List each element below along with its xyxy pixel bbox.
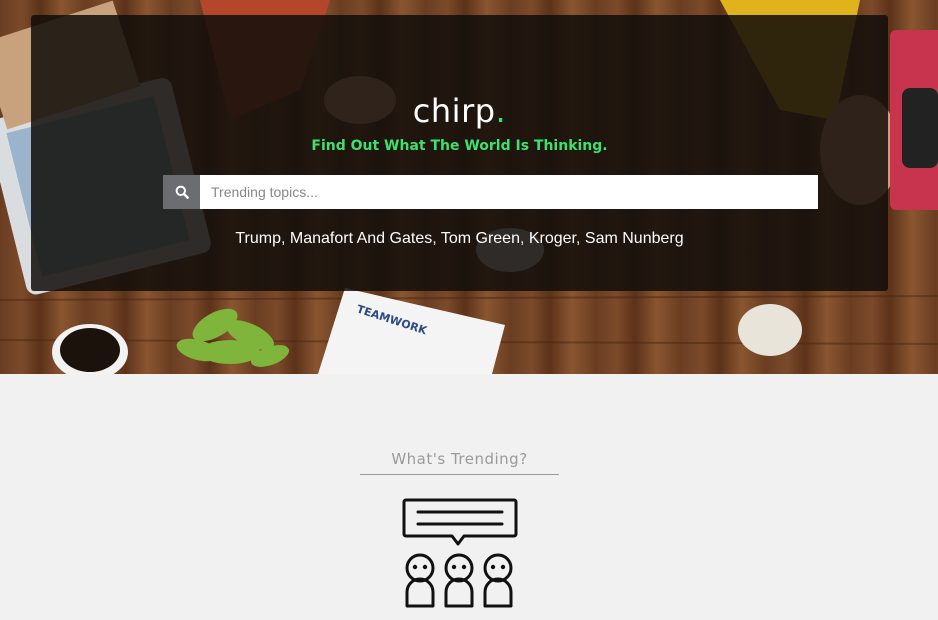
topic-separator: , — [432, 230, 441, 247]
logo-dot: . — [495, 92, 507, 130]
trending-topic-link[interactable]: Kroger — [529, 230, 576, 247]
hero-panel: chirp. Find Out What The World Is Thinki… — [31, 15, 888, 291]
section-title: What's Trending? — [360, 450, 559, 475]
topic-separator: , — [576, 230, 585, 247]
logo-text: chirp — [412, 92, 496, 130]
trending-topic-link[interactable]: Manafort And Gates — [290, 230, 432, 247]
search-bar — [163, 175, 818, 209]
search-icon — [175, 185, 189, 199]
search-button[interactable] — [163, 175, 200, 209]
trending-topic-link[interactable]: Tom Green — [441, 230, 520, 247]
trending-topics: Trump, Manafort And Gates, Tom Green, Kr… — [31, 229, 888, 249]
brand-logo[interactable]: chirp. — [31, 91, 888, 131]
topic-separator: , — [281, 230, 290, 247]
people-chat-icon — [402, 498, 518, 608]
trending-topic-link[interactable]: Sam Nunberg — [585, 230, 684, 247]
topic-separator: , — [519, 230, 529, 247]
tagline: Find Out What The World Is Thinking. — [311, 138, 608, 154]
trending-topic-link[interactable]: Trump — [235, 230, 281, 247]
hero-banner: TEAMWORK chirp. Find Out What The World … — [0, 0, 938, 374]
search-input[interactable] — [200, 175, 818, 209]
